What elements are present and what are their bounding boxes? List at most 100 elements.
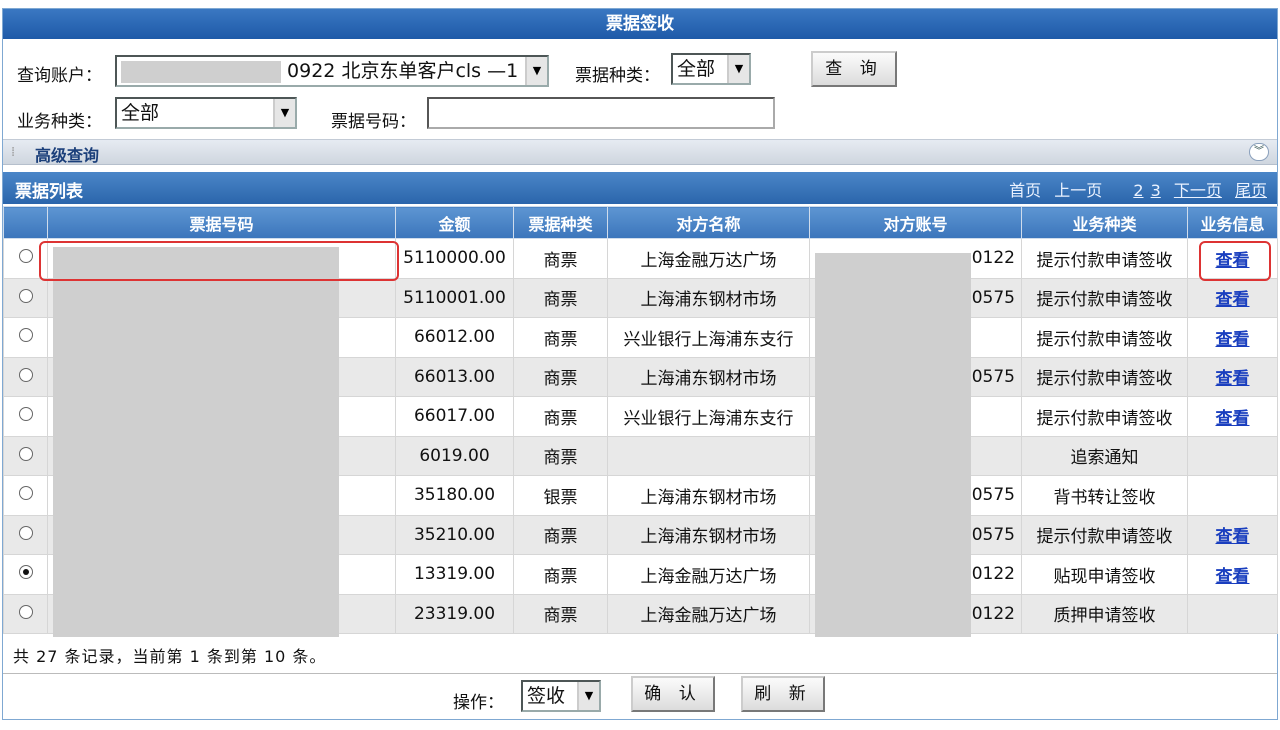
row-radio[interactable] [18, 604, 33, 619]
view-link[interactable]: 查看 [1216, 567, 1250, 587]
record-summary: 共 27 条记录，当前第 1 条到第 10 条。 [3, 640, 1277, 674]
col-party-name: 对方名称 [607, 206, 810, 239]
row-radio[interactable] [18, 565, 33, 580]
biz-info-cell: 查看 [1187, 396, 1278, 437]
chevron-down-icon[interactable]: ▼ [273, 99, 295, 127]
party-name-cell: 兴业银行上海浦东支行 [607, 396, 810, 437]
account-value: 0922 北京东单客户cls —1 [287, 60, 519, 82]
bill-receipt-panel: 票据签收 查询账户： 0922 北京东单客户cls —1 ▼ 票据种类： 全部 … [2, 8, 1278, 720]
biz-info-cell [1187, 435, 1278, 476]
col-bill-no: 票据号码 [47, 206, 396, 239]
biz-info-cell [1187, 593, 1278, 634]
pager: 首页 上一页 2 3 下一页 尾页 [1001, 177, 1267, 201]
pager-next[interactable]: 下一页 [1174, 181, 1222, 200]
pager-first[interactable]: 首页 [1009, 181, 1041, 200]
biz-type-value: 全部 [121, 102, 160, 124]
bill-type-cell: 商票 [513, 435, 608, 476]
redacted-mask [53, 247, 339, 637]
party-name-cell: 上海金融万达广场 [607, 238, 810, 279]
highlight-box-view [1199, 241, 1271, 281]
row-radio[interactable] [18, 486, 33, 501]
row-select-cell[interactable] [3, 593, 48, 634]
biz-info-cell: 查看 [1187, 317, 1278, 358]
amount-cell: 35210.00 [395, 514, 514, 555]
biz-type-cell: 背书转让签收 [1021, 475, 1188, 516]
bill-type-cell: 商票 [513, 277, 608, 318]
row-select-cell[interactable] [3, 435, 48, 476]
row-radio[interactable] [18, 367, 33, 382]
row-radio[interactable] [18, 407, 33, 422]
row-radio[interactable] [18, 328, 33, 343]
biz-info-cell: 查看 [1187, 554, 1278, 595]
highlight-box-bill-no [39, 241, 399, 281]
row-radio[interactable] [18, 446, 33, 461]
view-link[interactable]: 查看 [1216, 409, 1250, 429]
col-biz-info: 业务信息 [1187, 206, 1278, 239]
view-link[interactable]: 查看 [1216, 290, 1250, 310]
bill-no-input[interactable] [427, 97, 775, 129]
biz-type-label: 业务种类： [17, 112, 102, 132]
biz-info-cell: 查看 [1187, 514, 1278, 555]
row-select-cell[interactable] [3, 356, 48, 397]
bill-type-cell: 银票 [513, 475, 608, 516]
operation-select[interactable]: 签收 ▼ [521, 680, 601, 712]
party-name-cell: 上海浦东钢材市场 [607, 356, 810, 397]
biz-info-cell: 查看 [1187, 277, 1278, 318]
bill-type-cell: 商票 [513, 317, 608, 358]
party-name-cell: 上海浦东钢材市场 [607, 475, 810, 516]
col-amount: 金额 [395, 206, 514, 239]
pager-page-3[interactable]: 3 [1151, 181, 1161, 200]
biz-type-cell: 提示付款申请签收 [1021, 277, 1188, 318]
amount-cell: 66017.00 [395, 396, 514, 437]
confirm-button[interactable]: 确 认 [631, 676, 715, 712]
bill-type-cell: 商票 [513, 593, 608, 634]
account-select[interactable]: 0922 北京东单客户cls —1 ▼ [115, 55, 549, 87]
view-link[interactable]: 查看 [1216, 369, 1250, 389]
party-name-cell: 上海金融万达广场 [607, 593, 810, 634]
party-name-cell: 上海浦东钢材市场 [607, 277, 810, 318]
query-button[interactable]: 查 询 [811, 51, 897, 87]
advanced-query-bar[interactable]: ⁞ 高级查询 ︾ [3, 139, 1277, 165]
party-name-cell [607, 435, 810, 476]
query-row-2: 业务种类： 全部 ▼ 票据号码： [3, 95, 1277, 135]
party-name-cell: 上海金融万达广场 [607, 554, 810, 595]
amount-cell: 5110001.00 [395, 277, 514, 318]
biz-type-select[interactable]: 全部 ▼ [115, 97, 297, 129]
biz-type-cell: 提示付款申请签收 [1021, 317, 1188, 358]
chevron-down-icon[interactable]: ▼ [727, 55, 749, 83]
pager-page-2[interactable]: 2 [1133, 181, 1143, 200]
pager-prev[interactable]: 上一页 [1054, 181, 1102, 200]
view-link[interactable]: 查看 [1216, 330, 1250, 350]
amount-cell: 13319.00 [395, 554, 514, 595]
party-name-cell: 兴业银行上海浦东支行 [607, 317, 810, 358]
row-radio[interactable] [18, 525, 33, 540]
row-radio[interactable] [18, 288, 33, 303]
row-select-cell[interactable] [3, 317, 48, 358]
col-bill-type: 票据种类 [513, 206, 608, 239]
row-select-cell[interactable] [3, 554, 48, 595]
row-radio[interactable] [18, 249, 33, 264]
account-label: 查询账户： [17, 66, 102, 86]
row-select-cell[interactable] [3, 514, 48, 555]
col-party-account: 对方账号 [809, 206, 1022, 239]
biz-type-cell: 提示付款申请签收 [1021, 514, 1188, 555]
expand-icon[interactable]: ︾ [1249, 143, 1269, 161]
bill-type-select[interactable]: 全部 ▼ [671, 53, 751, 85]
chevron-down-icon[interactable]: ▼ [577, 682, 599, 710]
amount-cell: 6019.00 [395, 435, 514, 476]
row-select-cell[interactable] [3, 396, 48, 437]
view-link[interactable]: 查看 [1216, 527, 1250, 547]
biz-type-cell: 质押申请签收 [1021, 593, 1188, 634]
col-select [3, 206, 48, 239]
refresh-button[interactable]: 刷 新 [741, 676, 825, 712]
bill-type-cell: 商票 [513, 396, 608, 437]
row-select-cell[interactable] [3, 277, 48, 318]
advanced-query-label[interactable]: 高级查询 [35, 142, 99, 166]
pager-last[interactable]: 尾页 [1235, 181, 1267, 200]
row-select-cell[interactable] [3, 475, 48, 516]
biz-info-cell: 查看 [1187, 356, 1278, 397]
amount-cell: 23319.00 [395, 593, 514, 634]
amount-cell: 35180.00 [395, 475, 514, 516]
chevron-down-icon[interactable]: ▼ [525, 57, 547, 85]
amount-cell: 66013.00 [395, 356, 514, 397]
